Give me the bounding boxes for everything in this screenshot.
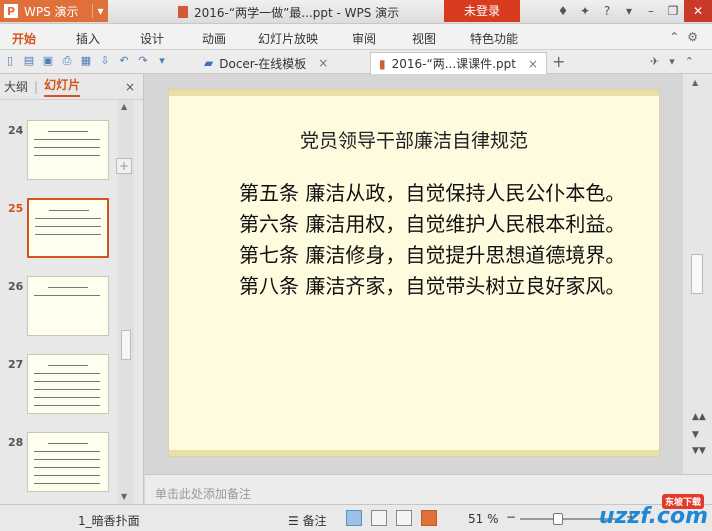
restore-icon[interactable]: ❐	[662, 4, 684, 18]
add-slide-button[interactable]: +	[116, 158, 132, 174]
prev-slide-icon[interactable]: ▲▲	[692, 412, 706, 422]
scroll-down-icon[interactable]: ▼	[121, 492, 127, 501]
scroll-up-icon[interactable]: ▲	[692, 78, 698, 87]
menu-slideshow[interactable]: 幻灯片放映	[258, 30, 318, 47]
skin-icon[interactable]: ♦	[552, 4, 574, 18]
slide-number: 27	[8, 358, 24, 371]
slide-thumbnail-image[interactable]	[27, 432, 109, 492]
notes-toggle-button[interactable]: ☰ 备注	[288, 512, 327, 529]
slide-thumbnail-image[interactable]	[27, 198, 109, 258]
slide-number: 26	[8, 280, 24, 293]
tab-slides[interactable]: 幻灯片	[44, 76, 81, 97]
tab-bar-tools[interactable]: ✈▾⌃	[650, 55, 704, 68]
window-controls: ♦ ✦ ? ▾ – ❐ ✕	[552, 0, 712, 22]
document-title: 2016-“两学一做”最...ppt - WPS 演示	[178, 4, 399, 21]
sorter-view-icon[interactable]	[371, 510, 387, 526]
play-icon[interactable]	[421, 510, 437, 526]
slide-panel: 大纲 | 幻灯片 × 24 25 26 27 28 ▲ ▼ +	[0, 74, 144, 504]
preview-icon[interactable]: ▦	[80, 54, 92, 68]
scroll-up-icon[interactable]: ▲	[121, 102, 127, 111]
slide-paragraph: 第八条 廉洁齐家，自觉带头树立良好家风。	[239, 274, 626, 298]
more-icon[interactable]: ▾	[156, 54, 168, 68]
new-tab-button[interactable]: +	[552, 52, 565, 71]
open-icon[interactable]: ▤	[23, 54, 35, 68]
redo-icon[interactable]: ↷	[137, 54, 149, 68]
settings-icon[interactable]: ▾	[618, 4, 640, 18]
slide-thumbnail[interactable]: 25	[0, 198, 118, 260]
slide[interactable]: 党员领导干部廉洁自律规范 第五条 廉洁从政，自觉保持人民公仆本色。 第六条 廉洁…	[169, 90, 659, 456]
tab-document[interactable]: ▮ 2016-“两...课课件.ppt ×	[370, 52, 547, 74]
scroll-down-icon[interactable]: ▼	[692, 430, 699, 440]
title-bar: P WPS 演示 ▾ 2016-“两学一做”最...ppt - WPS 演示 未…	[0, 0, 712, 24]
tab-outline[interactable]: 大纲	[4, 78, 28, 95]
close-panel-icon[interactable]: ×	[125, 80, 135, 94]
ppt-file-icon: ▮	[379, 56, 386, 71]
zoom-slider-knob[interactable]	[553, 513, 563, 525]
reading-view-icon[interactable]	[396, 510, 412, 526]
menu-review[interactable]: 审阅	[352, 30, 376, 47]
app-name: WPS 演示	[24, 4, 79, 19]
slide-thumbnail[interactable]: 27	[0, 354, 118, 416]
slide-paragraph: 第五条 廉洁从政，自觉保持人民公仆本色。	[239, 181, 626, 205]
normal-view-icon[interactable]	[346, 510, 362, 526]
scroll-thumb[interactable]	[121, 330, 131, 360]
close-tab-icon[interactable]: ×	[318, 56, 328, 70]
docer-icon: ▰	[204, 56, 214, 70]
slide-body[interactable]: 第五条 廉洁从政，自觉保持人民公仆本色。 第六条 廉洁用权，自觉维护人民根本利益…	[199, 178, 629, 302]
zoom-out-button[interactable]: −	[506, 510, 516, 524]
tab-docer[interactable]: ▰ Docer-在线模板 ×	[196, 52, 336, 74]
slide-title[interactable]: 党员领导干部廉洁自律规范	[169, 126, 659, 153]
close-tab-icon[interactable]: ×	[528, 57, 538, 71]
menu-features[interactable]: 特色功能	[470, 30, 518, 47]
scroll-thumb[interactable]	[691, 254, 703, 294]
slide-thumbnail[interactable]: 26	[0, 276, 118, 338]
slide-thumbnail[interactable]: 28	[0, 432, 118, 494]
menu-insert[interactable]: 插入	[76, 30, 100, 47]
save-icon[interactable]: ▣	[42, 54, 54, 68]
view-switcher	[346, 510, 437, 526]
menu-view[interactable]: 视图	[412, 30, 436, 47]
tab-bar: ▯ ▤ ▣ ⎙ ▦ ⇩ ↶ ↷ ▾ ▰ Docer-在线模板 × ▮ 2016-…	[0, 50, 712, 74]
slide-paragraph: 第六条 廉洁用权，自觉维护人民根本利益。	[239, 212, 626, 236]
zoom-level[interactable]: 51 %	[468, 512, 499, 526]
slide-thumbnail-image[interactable]	[27, 354, 109, 414]
site-watermark: uzzf.com 东坡下载	[599, 494, 708, 529]
slide-thumbnail-image[interactable]	[27, 120, 109, 180]
panel-tabs: 大纲 | 幻灯片 ×	[0, 74, 143, 100]
export-icon[interactable]: ⇩	[99, 54, 111, 68]
slide-thumbnails: 24 25 26 27 28	[0, 100, 118, 504]
menu-start[interactable]: 开始	[12, 30, 36, 47]
close-icon[interactable]: ✕	[684, 0, 712, 22]
slide-thumbnail[interactable]: 24	[0, 120, 118, 182]
app-menu-button[interactable]: P WPS 演示 ▾	[0, 0, 108, 22]
slide-paragraph: 第七条 廉洁修身，自觉提升思想道德境界。	[239, 243, 626, 267]
slide-number: 28	[8, 436, 24, 449]
new-file-icon[interactable]: ▯	[4, 54, 16, 68]
print-icon[interactable]: ⎙	[61, 54, 73, 68]
menu-animation[interactable]: 动画	[202, 30, 226, 47]
quick-access-toolbar: ▯ ▤ ▣ ⎙ ▦ ⇩ ↶ ↷ ▾	[4, 54, 168, 68]
next-slide-icon[interactable]: ▼▼	[692, 446, 706, 456]
minimize-icon[interactable]: –	[640, 4, 662, 18]
chevron-down-icon: ▾	[92, 4, 108, 18]
ppt-file-icon	[178, 6, 188, 18]
undo-icon[interactable]: ↶	[118, 54, 130, 68]
ribbon-menu: 开始 插入 设计 动画 幻灯片放映 审阅 视图 特色功能 ⌃⚙︎	[0, 24, 712, 50]
login-button[interactable]: 未登录	[444, 0, 520, 22]
ribbon-options[interactable]: ⌃⚙︎	[669, 30, 706, 44]
wps-logo-icon: P	[4, 4, 18, 18]
slide-thumbnail-image[interactable]	[27, 276, 109, 336]
shirt-icon[interactable]: ✦	[574, 4, 596, 18]
notes-pane[interactable]: 单击此处添加备注	[145, 474, 712, 504]
slide-canvas: 党员领导干部廉洁自律规范 第五条 廉洁从政，自觉保持人民公仆本色。 第六条 廉洁…	[145, 74, 683, 474]
canvas-scrollbar[interactable]: ▲ ▲▲ ▼ ▼▼	[683, 74, 712, 474]
slide-number: 24	[8, 124, 24, 137]
menu-design[interactable]: 设计	[140, 30, 164, 47]
help-icon[interactable]: ?	[596, 4, 618, 18]
slide-number: 25	[8, 202, 24, 215]
slide-layout-name: 1_暗香扑面	[78, 514, 140, 528]
